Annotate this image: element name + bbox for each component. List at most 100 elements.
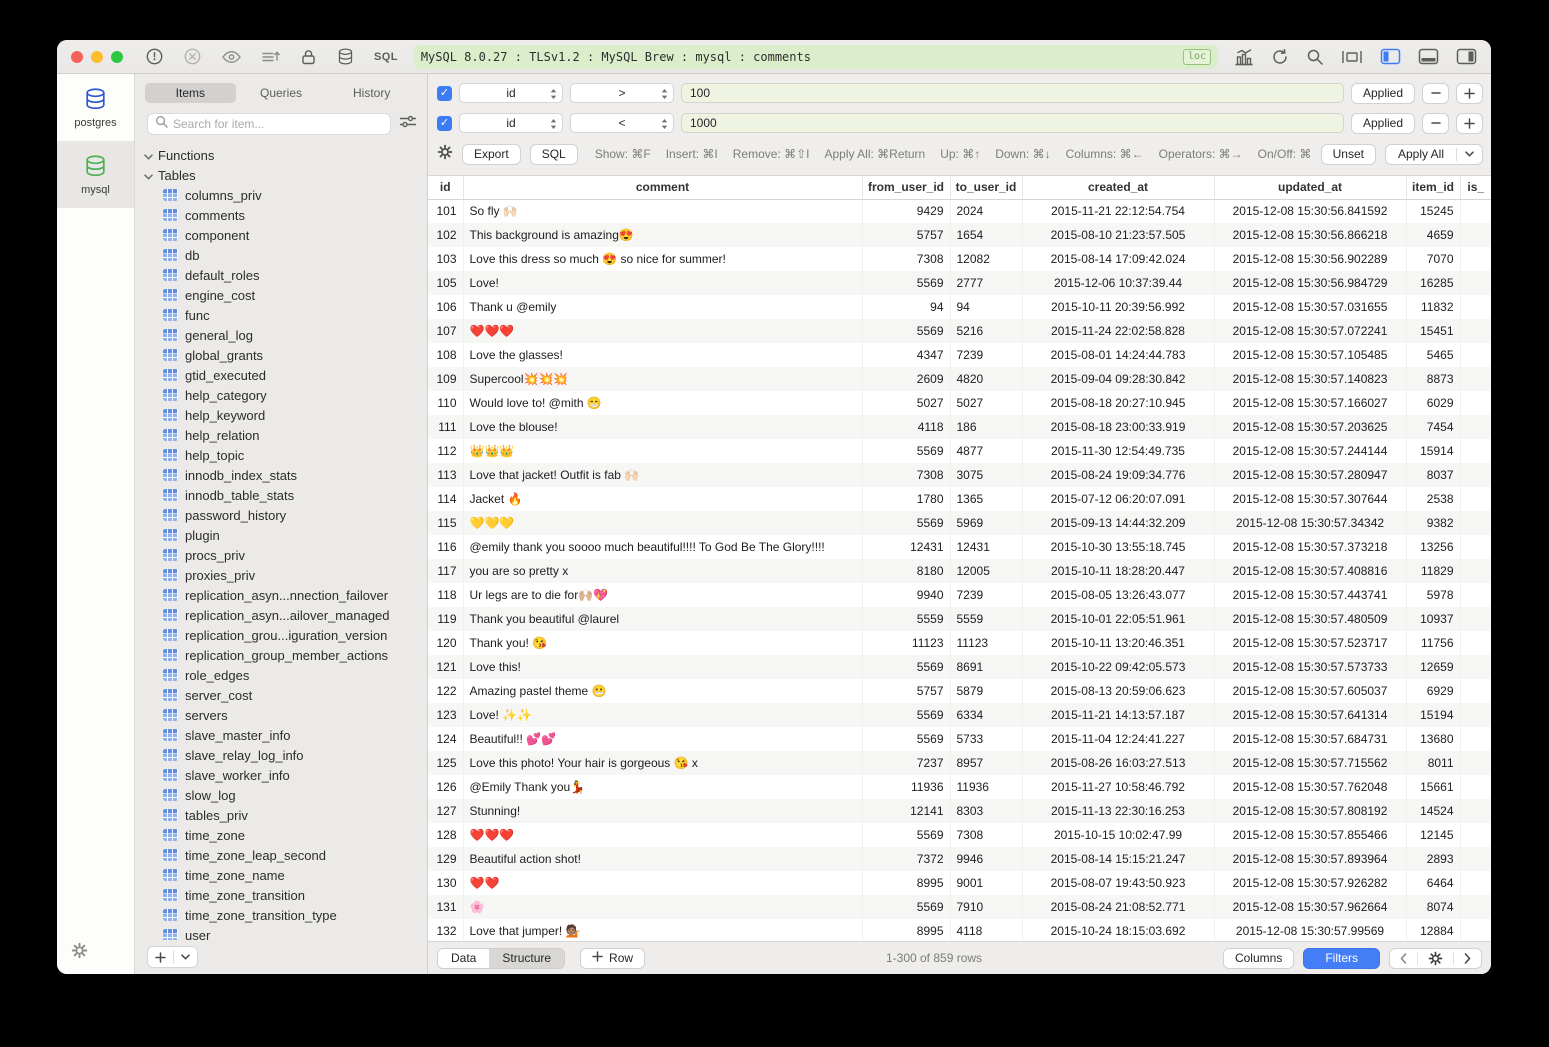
cell-is_[interactable] (1460, 847, 1491, 871)
cell-id[interactable]: 132 (428, 919, 463, 941)
cell-item_id[interactable]: 10937 (1406, 607, 1460, 631)
column-header-id[interactable]: id (428, 176, 463, 199)
sidebar-item-table[interactable]: replication_group_member_actions (135, 645, 427, 665)
sidebar-item-table[interactable]: func (135, 305, 427, 325)
cell-item_id[interactable]: 14524 (1406, 799, 1460, 823)
search-input[interactable]: Search for item... (147, 113, 391, 135)
sidebar-item-table[interactable]: password_history (135, 505, 427, 525)
cell-updated_at[interactable]: 2015-12-08 15:30:57.684731 (1214, 727, 1406, 751)
sidebar-item-table[interactable]: replication_asyn...ailover_managed (135, 605, 427, 625)
cell-to_user_id[interactable]: 5969 (950, 511, 1022, 535)
export-button[interactable]: Export (462, 144, 521, 165)
cell-id[interactable]: 108 (428, 343, 463, 367)
remove-filter-button[interactable] (1422, 83, 1449, 104)
cell-id[interactable]: 101 (428, 199, 463, 223)
cell-comment[interactable]: Thank you! 😘 (463, 631, 862, 655)
sidebar-item-table[interactable]: slave_worker_info (135, 765, 427, 785)
table-row[interactable]: 106Thank u @emily94942015-10-11 20:39:56… (428, 295, 1491, 319)
cell-id[interactable]: 109 (428, 367, 463, 391)
cell-updated_at[interactable]: 2015-12-08 15:30:57.244144 (1214, 439, 1406, 463)
sidebar-item-table[interactable]: time_zone_leap_second (135, 845, 427, 865)
cell-from_user_id[interactable]: 5569 (862, 271, 950, 295)
cell-item_id[interactable]: 8873 (1406, 367, 1460, 391)
cell-is_[interactable] (1460, 367, 1491, 391)
cell-created_at[interactable]: 2015-11-30 12:54:49.735 (1022, 439, 1214, 463)
cell-item_id[interactable]: 11832 (1406, 295, 1460, 319)
table-row[interactable]: 103Love this dress so much 😍 so nice for… (428, 247, 1491, 271)
cell-comment[interactable]: Ur legs are to die for🙌🏼💖 (463, 583, 862, 607)
cell-updated_at[interactable]: 2015-12-08 15:30:57.893964 (1214, 847, 1406, 871)
filter-enabled-checkbox[interactable]: ✓ (437, 116, 452, 131)
table-row[interactable]: 127Stunning!1214183032015-11-13 22:30:16… (428, 799, 1491, 823)
sidebar-item-table[interactable]: server_cost (135, 685, 427, 705)
cell-updated_at[interactable]: 2015-12-08 15:30:57.031655 (1214, 295, 1406, 319)
cell-created_at[interactable]: 2015-11-04 12:24:41.227 (1022, 727, 1214, 751)
cell-updated_at[interactable]: 2015-12-08 15:30:57.855466 (1214, 823, 1406, 847)
cell-id[interactable]: 123 (428, 703, 463, 727)
column-header-comment[interactable]: comment (463, 176, 862, 199)
cell-id[interactable]: 117 (428, 559, 463, 583)
cell-is_[interactable] (1460, 343, 1491, 367)
table-row[interactable]: 132Love that jumper! 💁🏽899541182015-10-2… (428, 919, 1491, 941)
cell-is_[interactable] (1460, 415, 1491, 439)
cell-to_user_id[interactable]: 5559 (950, 607, 1022, 631)
cell-is_[interactable] (1460, 271, 1491, 295)
cell-created_at[interactable]: 2015-08-01 14:24:44.783 (1022, 343, 1214, 367)
table-row[interactable]: 129Beautiful action shot!737299462015-08… (428, 847, 1491, 871)
sidebar-item-table[interactable]: slow_log (135, 785, 427, 805)
cell-comment[interactable]: Stunning! (463, 799, 862, 823)
cell-to_user_id[interactable]: 94 (950, 295, 1022, 319)
cell-comment[interactable]: 🌸 (463, 895, 862, 919)
cell-id[interactable]: 115 (428, 511, 463, 535)
cell-item_id[interactable]: 8011 (1406, 751, 1460, 775)
cell-is_[interactable] (1460, 799, 1491, 823)
cell-created_at[interactable]: 2015-10-24 18:15:03.692 (1022, 919, 1214, 941)
cell-item_id[interactable]: 13256 (1406, 535, 1460, 559)
add-filter-button[interactable] (1456, 113, 1483, 134)
table-row[interactable]: 108Love the glasses!434772392015-08-01 1… (428, 343, 1491, 367)
cell-from_user_id[interactable]: 5569 (862, 823, 950, 847)
cell-updated_at[interactable]: 2015-12-08 15:30:57.99569 (1214, 919, 1406, 941)
cell-to_user_id[interactable]: 9001 (950, 871, 1022, 895)
cell-created_at[interactable]: 2015-11-21 22:12:54.754 (1022, 199, 1214, 223)
cell-from_user_id[interactable]: 5569 (862, 703, 950, 727)
cell-updated_at[interactable]: 2015-12-08 15:30:57.573733 (1214, 655, 1406, 679)
cell-from_user_id[interactable]: 5569 (862, 439, 950, 463)
chart-icon[interactable] (1234, 48, 1254, 66)
sidebar-item-table[interactable]: proxies_priv (135, 565, 427, 585)
cell-updated_at[interactable]: 2015-12-08 15:30:57.166027 (1214, 391, 1406, 415)
cell-to_user_id[interactable]: 8303 (950, 799, 1022, 823)
cell-id[interactable]: 107 (428, 319, 463, 343)
cell-created_at[interactable]: 2015-10-22 09:42:05.573 (1022, 655, 1214, 679)
cell-is_[interactable] (1460, 559, 1491, 583)
table-row[interactable]: 107❤️❤️❤️556952162015-11-24 22:02:58.828… (428, 319, 1491, 343)
cell-created_at[interactable]: 2015-11-21 14:13:57.187 (1022, 703, 1214, 727)
cell-item_id[interactable]: 11829 (1406, 559, 1460, 583)
cell-comment[interactable]: Supercool💥💥💥 (463, 367, 862, 391)
next-page-button[interactable] (1454, 949, 1481, 968)
cell-is_[interactable] (1460, 655, 1491, 679)
sidebar-item-table[interactable]: innodb_table_stats (135, 485, 427, 505)
tab-history[interactable]: History (326, 83, 417, 103)
cell-is_[interactable] (1460, 823, 1491, 847)
cell-to_user_id[interactable]: 7239 (950, 583, 1022, 607)
sidebar-item-table[interactable]: slave_relay_log_info (135, 745, 427, 765)
filter-enabled-checkbox[interactable]: ✓ (437, 86, 452, 101)
table-row[interactable]: 121Love this!556986912015-10-22 09:42:05… (428, 655, 1491, 679)
table-row[interactable]: 101So fly 🙌🏻942920242015-11-21 22:12:54.… (428, 199, 1491, 223)
cell-updated_at[interactable]: 2015-12-08 15:30:57.34342 (1214, 511, 1406, 535)
filter-operator-select[interactable]: > (570, 83, 674, 103)
cell-id[interactable]: 129 (428, 847, 463, 871)
cell-comment[interactable]: Jacket 🔥 (463, 487, 862, 511)
cell-created_at[interactable]: 2015-08-14 15:15:21.247 (1022, 847, 1214, 871)
column-header-item_id[interactable]: item_id (1406, 176, 1460, 199)
cell-id[interactable]: 131 (428, 895, 463, 919)
cell-updated_at[interactable]: 2015-12-08 15:30:56.902289 (1214, 247, 1406, 271)
sidebar-item-table[interactable]: comments (135, 205, 427, 225)
cell-to_user_id[interactable]: 6334 (950, 703, 1022, 727)
sidebar-item-table[interactable]: tables_priv (135, 805, 427, 825)
sidebar-item-table[interactable]: time_zone_name (135, 865, 427, 885)
cell-created_at[interactable]: 2015-08-13 20:59:06.623 (1022, 679, 1214, 703)
zoom-window-button[interactable] (111, 51, 123, 63)
cell-is_[interactable] (1460, 871, 1491, 895)
